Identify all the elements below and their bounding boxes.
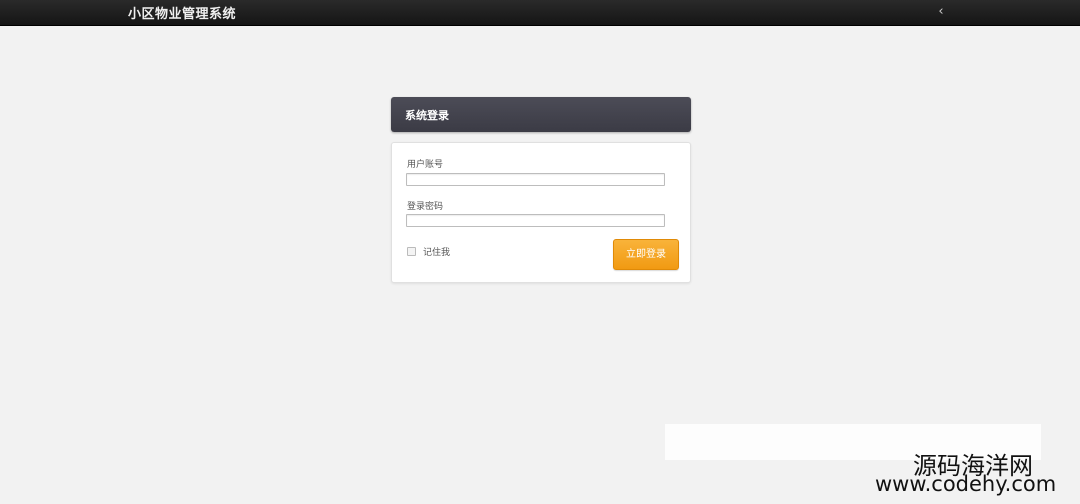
login-submit-button[interactable]: 立即登录 xyxy=(613,239,679,270)
login-title: 系统登录 xyxy=(405,109,449,122)
page: { "app": { "title": "小区物业管理系统", "collaps… xyxy=(0,0,1080,504)
login-form: 用户账号 登录密码 记住我 立即登录 xyxy=(391,142,691,283)
username-label: 用户账号 xyxy=(407,160,444,170)
login-panel-header: 系统登录 xyxy=(391,97,691,132)
top-navbar: 小区物业管理系统 ‹ xyxy=(0,0,1080,26)
watermark-site-url: www.codehy.com xyxy=(875,472,1057,496)
remember-me-checkbox[interactable] xyxy=(407,247,416,256)
password-label: 登录密码 xyxy=(407,202,444,212)
remember-me-label[interactable]: 记住我 xyxy=(423,245,450,258)
app-title[interactable]: 小区物业管理系统 xyxy=(128,3,236,22)
username-input[interactable] xyxy=(406,173,665,186)
collapse-chevron-icon[interactable]: ‹ xyxy=(934,3,948,21)
password-input[interactable] xyxy=(406,214,665,227)
